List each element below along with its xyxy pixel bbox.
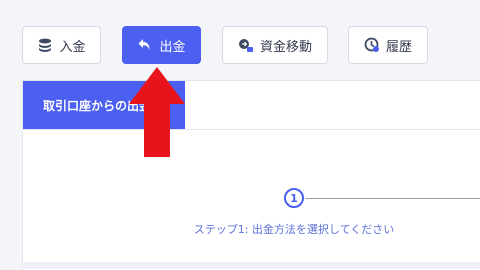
withdraw-label: 出金 <box>159 39 186 55</box>
red-up-arrow-icon <box>129 67 185 157</box>
step-connector-line <box>305 198 480 199</box>
panel-bottom-strip <box>22 262 480 269</box>
deposit-label: 入金 <box>59 39 86 55</box>
action-toolbar: 入金 出金 資金移動 履歴 <box>0 0 480 80</box>
step-indicator: 1 <box>284 188 304 208</box>
step-number: 1 <box>290 191 298 205</box>
history-button[interactable]: 履歴 <box>348 26 428 64</box>
undo-arrow-icon <box>137 37 153 53</box>
coins-icon <box>37 37 53 53</box>
transfer-icon <box>238 37 254 53</box>
withdraw-button[interactable]: 出金 <box>122 26 201 64</box>
tab-divider <box>23 129 480 130</box>
deposit-button[interactable]: 入金 <box>22 26 101 64</box>
step-label: ステップ1: 出金方法を選択してください <box>193 223 395 236</box>
history-label: 履歴 <box>385 39 412 55</box>
fund-transfer-button[interactable]: 資金移動 <box>222 26 328 64</box>
withdrawal-panel: 取引口座からの出金 1 ステップ1: 出金方法を選択してください <box>22 80 480 270</box>
clock-history-icon <box>364 37 380 53</box>
fund-transfer-label: 資金移動 <box>259 39 312 55</box>
